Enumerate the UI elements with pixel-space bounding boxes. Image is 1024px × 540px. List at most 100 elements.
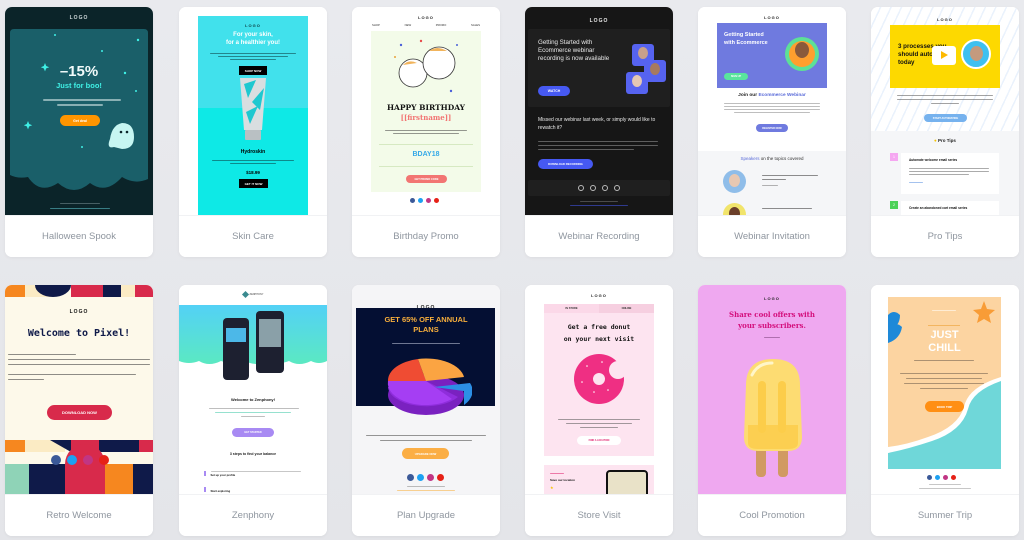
youtube-icon	[437, 474, 444, 481]
get-it-button: GET IT NOW	[239, 179, 268, 188]
body-text	[580, 427, 618, 428]
divider	[928, 325, 960, 326]
hero-banner: Getting Started with Ecommerce SIGN UP	[717, 23, 827, 88]
twitter-icon	[935, 475, 940, 480]
book-trip-button: BOOK TRIP	[925, 401, 964, 412]
template-thumbnail: LOGO 3 processes you should automate tod…	[871, 7, 1019, 215]
template-card-webinar-invitation[interactable]: LOGO Getting Started with Ecommerce SIGN…	[698, 7, 846, 257]
body-text	[897, 99, 993, 100]
facebook-icon	[51, 455, 61, 465]
speaker-photo	[626, 72, 648, 94]
speaker-avatar	[785, 37, 819, 71]
body-text	[210, 53, 296, 54]
body-text	[8, 374, 136, 375]
youtube-icon	[99, 455, 109, 465]
template-card-pro-tips[interactable]: LOGO 3 processes you should automate tod…	[871, 7, 1019, 257]
signup-button: SIGN UP	[724, 73, 748, 80]
speaker-name	[762, 185, 778, 186]
location-panel: Save our location ★	[544, 465, 654, 495]
nav-item: SALES	[470, 23, 480, 27]
section-title: Join our Ecommerce Webinar	[738, 93, 806, 98]
footer-links	[570, 205, 628, 206]
nav-bar: SHOP NEW PROMO SALES	[372, 23, 480, 27]
template-name: Pro Tips	[871, 215, 1019, 257]
logo-text: LOGO	[245, 23, 261, 28]
beach-panel: JUST CHILL BOOK TRIP	[888, 297, 1001, 469]
register-button: REGISTER NOW	[756, 124, 788, 132]
footer-text	[60, 203, 100, 204]
body-text	[724, 109, 820, 110]
star-icon: ★	[550, 485, 554, 490]
body-text	[931, 103, 959, 104]
template-card-birthday-promo[interactable]: LOGO SHOP NEW PROMO SALES HAPPY BIRTHDAY…	[352, 7, 500, 257]
facebook-icon	[407, 474, 414, 481]
template-card-skin-care[interactable]: LOGO For your skin, for a healthier you!…	[179, 7, 327, 257]
logo-text: LOGO	[589, 18, 609, 24]
tip-number: 1	[890, 153, 898, 161]
logo-text: LOGO	[764, 15, 780, 20]
steps-title: 3 steps to find your balance	[229, 452, 277, 456]
body-text	[230, 59, 276, 60]
body-text	[215, 412, 291, 413]
template-card-retro-welcome[interactable]: LOGO Welcome to Pixel! DOWNLOAD NOW Retr…	[5, 285, 153, 536]
instagram-icon	[943, 475, 948, 480]
template-card-cool-promotion[interactable]: LOGO Share cool offers with your subscri…	[698, 285, 846, 536]
twitter-icon	[67, 455, 77, 465]
template-name: Zenphony	[179, 494, 327, 536]
body-text	[566, 423, 632, 424]
starfish-icon	[973, 301, 995, 323]
subheadline	[392, 343, 460, 344]
template-card-plan-upgrade[interactable]: LOGO GET 65% OFF ANNUAL PLANS UPGRADE NO…	[352, 285, 500, 536]
headline-line-2: on your next visit	[563, 335, 635, 343]
merge-tag: [[firstname]]	[400, 113, 452, 122]
facebook-icon	[927, 475, 932, 480]
headline-line-2: your subscribers.	[738, 321, 806, 330]
body-text	[218, 56, 288, 57]
hero-banner: 3 processes you should automate today	[890, 25, 1000, 88]
body-text	[734, 112, 810, 113]
headline: GET 65% OFF ANNUAL PLANS	[384, 315, 468, 334]
download-recording-button: DOWNLOAD RECORDING	[538, 159, 593, 169]
headline: Getting Started with Ecommerce webinar r…	[538, 39, 610, 63]
cta-button: GET PROMO CODE	[406, 175, 447, 183]
start-automating-button: START AUTOMATING	[924, 114, 967, 122]
template-thumbnail: LOGO IN STORE ONLINE Get a free donut on…	[525, 285, 673, 495]
presenter-photo	[961, 39, 991, 69]
template-thumbnail: LOGO GET 65% OFF ANNUAL PLANS UPGRADE NO…	[352, 285, 500, 495]
youtube-icon	[614, 185, 620, 191]
body-text	[724, 103, 820, 104]
template-thumbnail: LOGO Getting Started with Ecommerce webi…	[525, 7, 673, 215]
speaker-photo	[723, 170, 746, 193]
shop-button: SHOP NOW	[239, 66, 267, 75]
brand-icon	[241, 290, 249, 299]
tip-number: 2	[890, 201, 898, 209]
body-text	[538, 141, 658, 142]
body-text	[241, 416, 265, 417]
template-card-webinar-recording[interactable]: LOGO Getting Started with Ecommerce webi…	[525, 7, 673, 257]
tip-card: 2 Create an abandoned cart email series	[890, 201, 999, 215]
template-card-zenphony[interactable]: ZENPHONY Welcome to Zenphony! GET STARTE…	[179, 285, 327, 536]
phone-mockup	[256, 311, 284, 373]
talk-title	[762, 179, 786, 180]
play-button	[932, 46, 956, 65]
template-card-summer-trip[interactable]: JUST CHILL BOOK TRIP Summer Trip	[871, 285, 1019, 536]
headline-line-1: For your skin,	[233, 32, 273, 38]
headline: Welcome to Pixel!	[27, 328, 131, 339]
pie-chart-illustration	[387, 358, 472, 415]
template-thumbnail: LOGO For your skin, for a healthier you!…	[179, 7, 327, 215]
body-text	[8, 364, 150, 365]
footer-links	[919, 488, 971, 489]
template-card-store-visit[interactable]: LOGO IN STORE ONLINE Get a free donut on…	[525, 285, 673, 536]
template-thumbnail: LOGO –15% Just for boo! Get deal	[5, 7, 153, 215]
body-text	[8, 354, 76, 355]
template-name: Skin Care	[179, 215, 327, 257]
template-name: Halloween Spook	[5, 215, 153, 257]
footer-links	[397, 490, 455, 491]
cta-button: Get deal	[60, 115, 100, 126]
email-panel: IN STORE ONLINE Get a free donut on your…	[544, 304, 654, 456]
template-card-halloween-spook[interactable]: LOGO –15% Just for boo! Get deal Hallowe…	[5, 7, 153, 257]
body-text	[920, 388, 968, 389]
logo-text: LOGO	[69, 15, 89, 21]
tip-card: 1 Automate welcome email series	[890, 153, 999, 194]
phone-mockup	[223, 318, 249, 380]
